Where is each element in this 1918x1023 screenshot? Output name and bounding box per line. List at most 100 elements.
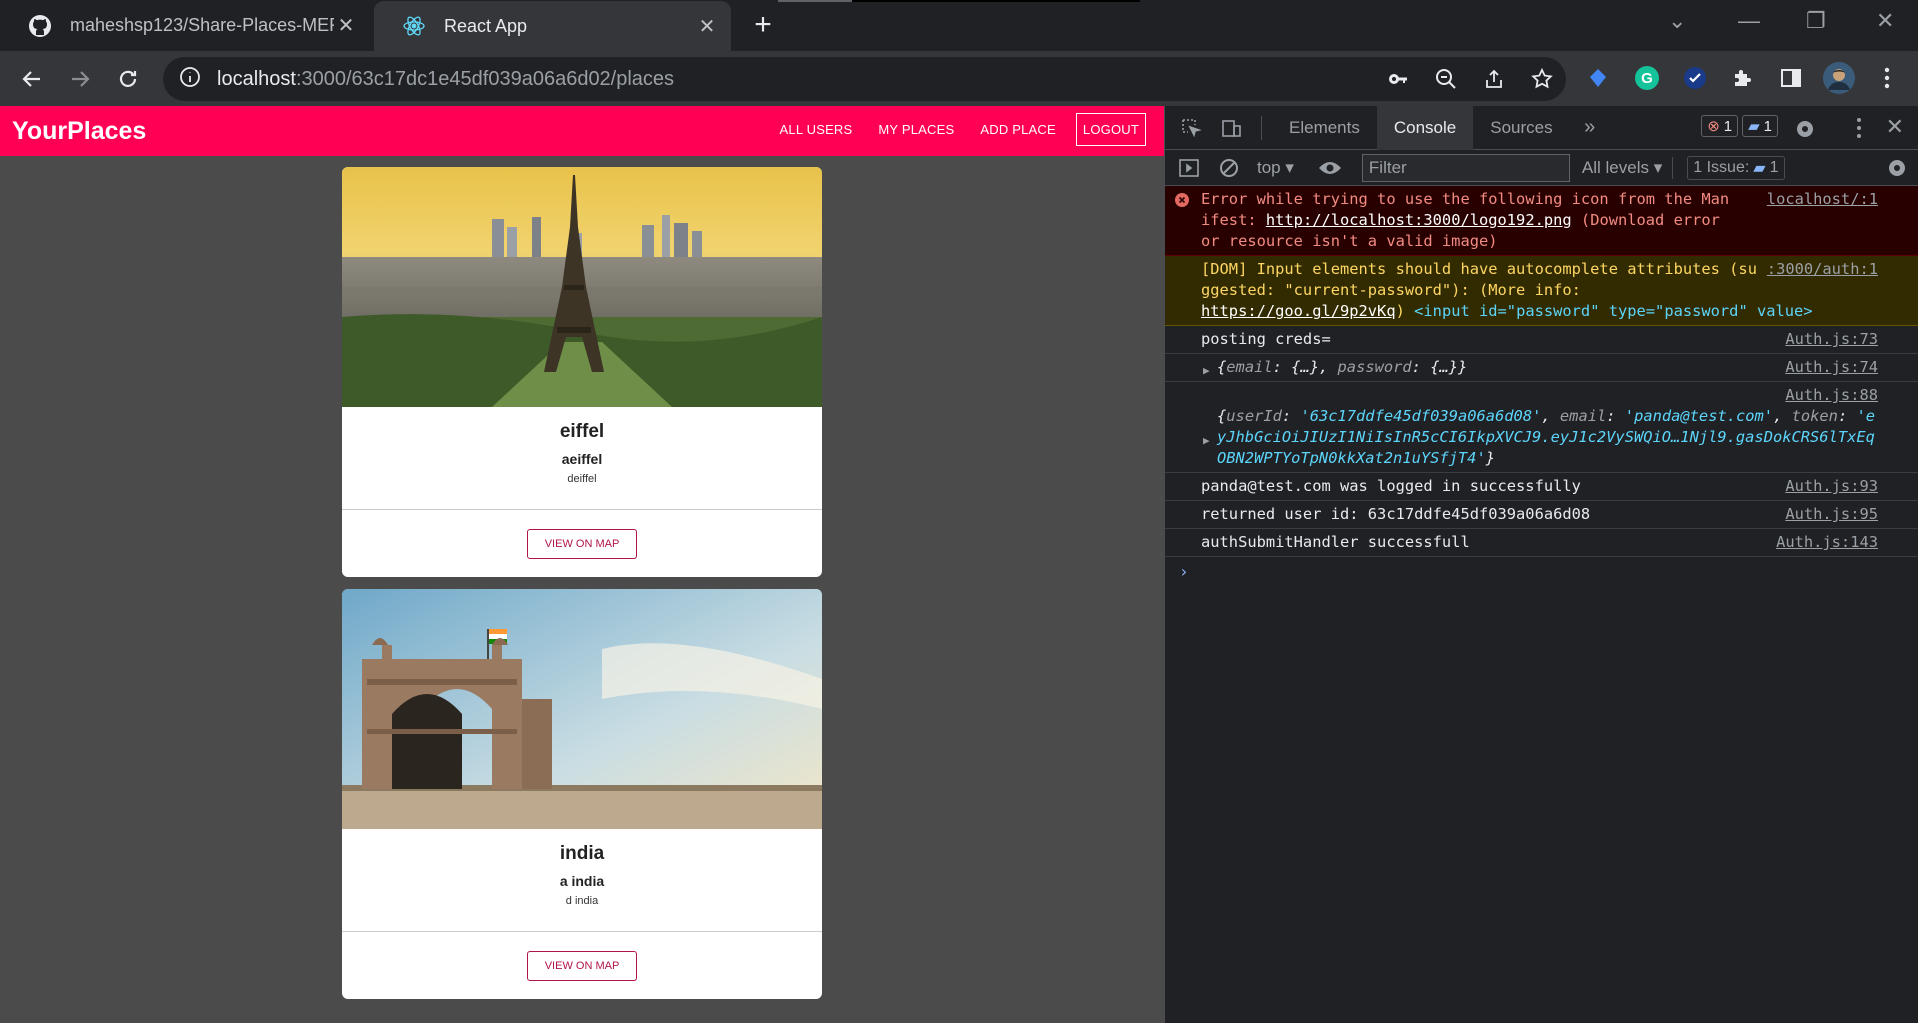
browser-tab-react-app[interactable]: React App ✕	[374, 1, 731, 51]
place-address: aeiffel	[561, 451, 603, 467]
place-image-eiffel	[342, 167, 822, 407]
close-tab-icon[interactable]: ✕	[695, 14, 719, 39]
tab-search-chevron-icon[interactable]: ⌄	[1668, 8, 1686, 34]
console-prompt[interactable]: ›	[1165, 557, 1918, 586]
close-tab-icon[interactable]: ✕	[334, 13, 358, 38]
message-icon: ▰	[1748, 118, 1760, 135]
console-toolbar: top ▾ Filter All levels ▾ 1 Issue: ▰ 1	[1165, 150, 1918, 186]
info-count-badge[interactable]: ▰ 1	[1742, 115, 1778, 137]
devtools-tab-elements[interactable]: Elements	[1272, 106, 1377, 150]
context-selector[interactable]: top ▾	[1257, 158, 1294, 178]
browser-tab-strip: maheshsp123/Share-Places-MER ✕ React App…	[0, 0, 1918, 51]
place-info: eiffel aeiffel deiffel	[342, 407, 822, 510]
app-header: YourPlaces ALL USERS MY PLACES ADD PLACE…	[0, 106, 1164, 156]
profile-avatar[interactable]	[1822, 61, 1856, 95]
nav-all-users[interactable]: ALL USERS	[780, 122, 853, 137]
browser-tab-github[interactable]: maheshsp123/Share-Places-MER ✕	[0, 0, 370, 51]
prompt-chevron-icon: ›	[1179, 562, 1189, 581]
svg-text:G: G	[1641, 70, 1653, 87]
reload-button[interactable]	[108, 59, 148, 99]
more-tabs-icon[interactable]: »	[1570, 116, 1610, 139]
console-log-message: authSubmitHandler successfull Auth.js:14…	[1165, 529, 1918, 557]
console-log-message: posting creds= Auth.js:73	[1165, 326, 1918, 354]
url-text: localhost:3000/63c17dc1e45df039a06a6d02/…	[217, 67, 675, 90]
forward-button[interactable]	[60, 59, 100, 99]
manifest-icon-link[interactable]: http://localhost:3000/logo192.png	[1266, 211, 1572, 229]
grammarly-icon[interactable]: G	[1630, 61, 1664, 95]
error-icon: ⊗	[1707, 118, 1720, 135]
close-window-icon[interactable]: ✕	[1876, 8, 1894, 34]
error-icon	[1175, 192, 1189, 213]
source-link[interactable]: :3000/auth:1	[1767, 259, 1878, 280]
view-on-map-button[interactable]: VIEW ON MAP	[526, 950, 638, 981]
clear-console-icon[interactable]	[1209, 158, 1249, 178]
zoom-out-icon[interactable]	[1422, 68, 1470, 90]
devtools-settings-icon[interactable]	[1794, 118, 1816, 145]
page-viewport: YourPlaces ALL USERS MY PLACES ADD PLACE…	[0, 106, 1164, 1023]
console-log-message: returned user id: 63c17ddfe45df039a06a6d…	[1165, 501, 1918, 529]
log-levels-dropdown[interactable]: All levels ▾	[1582, 158, 1662, 178]
minimize-icon[interactable]: —	[1738, 8, 1760, 34]
place-title: eiffel	[559, 421, 605, 442]
react-icon	[402, 14, 426, 38]
source-link[interactable]: localhost/:1	[1767, 189, 1878, 210]
console-filter-input[interactable]: Filter	[1361, 153, 1570, 182]
new-tab-button[interactable]: +	[748, 10, 778, 40]
key-icon[interactable]	[1374, 68, 1422, 90]
source-link[interactable]: Auth.js:73	[1785, 329, 1878, 350]
expand-triangle-icon[interactable]: ▶	[1203, 430, 1210, 451]
console-settings-icon[interactable]	[1886, 157, 1908, 184]
console-log-message: panda@test.com was logged in successfull…	[1165, 473, 1918, 501]
devtools-tabbar: Elements Console Sources » ⊗ 1 ▰ 1 ✕	[1165, 105, 1918, 150]
forward-arrow-icon	[72, 71, 90, 87]
source-link[interactable]: Auth.js:88	[1785, 385, 1878, 406]
chrome-menu-icon[interactable]	[1870, 61, 1904, 95]
console-object-message[interactable]: ▶ {email: {…}, password: {…}} Auth.js:74	[1165, 354, 1918, 382]
bookmark-star-icon[interactable]	[1518, 67, 1566, 91]
place-description: d india	[565, 895, 599, 907]
nav-add-place[interactable]: ADD PLACE	[980, 122, 1056, 137]
expand-triangle-icon[interactable]: ▶	[1203, 360, 1210, 381]
place-description: deiffel	[567, 473, 597, 485]
inspect-element-icon[interactable]	[1171, 117, 1211, 139]
share-icon[interactable]	[1470, 68, 1518, 90]
devtools-counters: ⊗ 1 ▰ 1	[1697, 115, 1778, 137]
console-warning-message: [DOM] Input elements should have autocom…	[1165, 256, 1918, 326]
tab-search-strip-dark	[852, 0, 1140, 2]
view-on-map-button[interactable]: VIEW ON MAP	[526, 528, 638, 559]
console-object-message[interactable]: Auth.js:88 ▶ {userId: '63c17ddfe45df039a…	[1165, 382, 1918, 473]
source-link[interactable]: Auth.js:95	[1785, 504, 1878, 525]
devtools-tab-console[interactable]: Console	[1376, 105, 1474, 150]
restore-icon[interactable]: ❐	[1806, 8, 1826, 34]
devtools-tab-sources[interactable]: Sources	[1473, 106, 1569, 150]
back-button[interactable]	[12, 59, 52, 99]
place-actions: VIEW ON MAP	[342, 932, 822, 999]
place-card: india a india d india VIEW ON MAP	[342, 589, 822, 999]
extensions-puzzle-icon[interactable]	[1726, 61, 1760, 95]
check-extension-icon[interactable]	[1678, 61, 1712, 95]
address-bar[interactable]: localhost:3000/63c17dc1e45df039a06a6d02/…	[163, 57, 1566, 101]
place-address: a india	[559, 873, 605, 889]
devtools-menu-icon[interactable]	[1856, 117, 1862, 144]
source-link[interactable]: Auth.js:93	[1785, 476, 1878, 497]
logout-button[interactable]: LOGOUT	[1075, 113, 1146, 146]
live-expression-eye-icon[interactable]	[1310, 160, 1350, 176]
nav-my-places[interactable]: MY PLACES	[878, 122, 954, 137]
devtools-panel: Elements Console Sources » ⊗ 1 ▰ 1 ✕ top ▾…	[1164, 105, 1918, 1023]
place-actions: VIEW ON MAP	[342, 510, 822, 577]
site-info-icon[interactable]	[179, 66, 203, 93]
devtools-close-icon[interactable]: ✕	[1886, 114, 1904, 140]
extension-shield-icon[interactable]	[1581, 61, 1615, 95]
device-toolbar-icon[interactable]	[1211, 117, 1251, 139]
side-panel-icon[interactable]	[1774, 61, 1808, 95]
tab-title: React App	[444, 15, 528, 36]
source-link[interactable]: Auth.js:74	[1785, 357, 1878, 378]
source-link[interactable]: Auth.js:143	[1776, 532, 1878, 553]
issues-button[interactable]: 1 Issue: ▰ 1	[1687, 155, 1785, 180]
main-nav: ALL USERS MY PLACES ADD PLACE LOGOUT	[754, 113, 1146, 146]
more-info-link[interactable]: https://goo.gl/9p2vKq	[1201, 302, 1396, 320]
error-count-badge[interactable]: ⊗ 1	[1701, 115, 1739, 137]
github-icon	[28, 14, 52, 38]
app-brand[interactable]: YourPlaces	[12, 117, 146, 146]
show-sidebar-icon[interactable]	[1169, 158, 1209, 178]
